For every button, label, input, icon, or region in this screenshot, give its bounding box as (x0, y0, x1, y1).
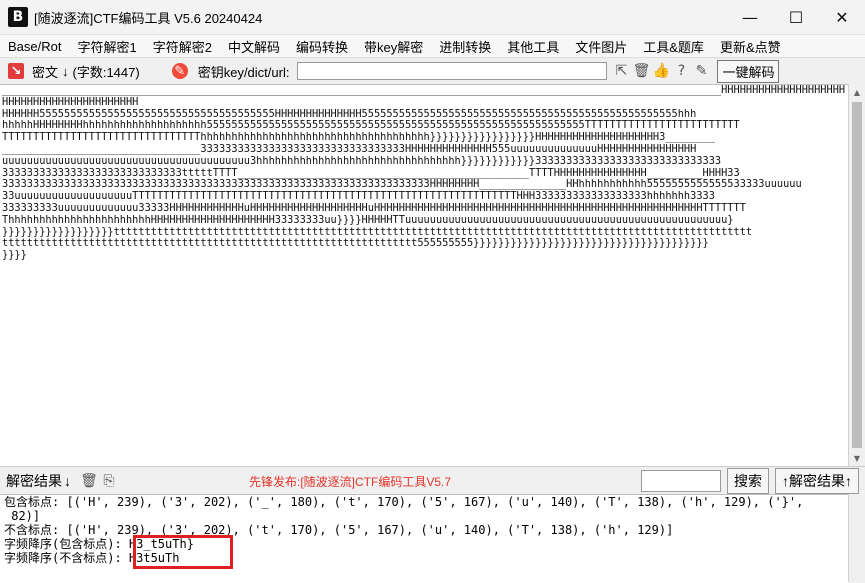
copy-icon[interactable]: ⎘ (99, 471, 119, 491)
trash-icon[interactable]: 🗑 (79, 471, 99, 491)
release-notice[interactable]: 先锋发布:[随波逐流]CTF编码工具V5.7 (249, 473, 451, 490)
output-line: 不含标点: [('H', 239), ('3', 202), ('t', 170… (4, 523, 674, 537)
select-cursor-icon[interactable]: ⇱ (611, 61, 631, 81)
menu-encoding-convert[interactable]: 编码转换 (288, 37, 356, 56)
char-count: (字数:1447) (72, 64, 140, 80)
menu-base-rot[interactable]: Base/Rot (0, 39, 69, 54)
minimize-button[interactable]: — (727, 0, 773, 34)
menu-update-like[interactable]: 更新&点赞 (712, 37, 789, 56)
scroll-up-icon[interactable]: ▲ (849, 84, 865, 100)
window-controls: — ☐ ✕ (727, 0, 865, 34)
menu-key-decrypt[interactable]: 带key解密 (356, 37, 431, 56)
result-bar: 解密结果 ↓ 🗑 ⎘ 先锋发布:[随波逐流]CTF编码工具V5.7 搜索 ↑解密… (0, 466, 865, 495)
trash-icon[interactable]: 🗑 (631, 61, 651, 81)
result-up-button[interactable]: ↑解密结果↑ (775, 468, 859, 494)
output-scrollbar[interactable] (848, 494, 865, 582)
title-bar: B [随波逐流]CTF编码工具 V5.6 20240424 — ☐ ✕ (0, 0, 865, 35)
menu-bar: Base/Rot 字符解密1 字符解密2 中文解码 编码转换 带key解密 进制… (0, 35, 865, 58)
key-label: 密钥key/dict/url: (197, 64, 290, 80)
menu-char-decrypt-1[interactable]: 字符解密1 (69, 37, 144, 56)
key-input[interactable] (297, 62, 608, 80)
result-output[interactable]: 包含标点: [('H', 239), ('3', 202), ('_', 180… (0, 494, 849, 583)
ciphertext-scrollbar[interactable]: ▲ ▼ (848, 84, 865, 466)
menu-char-decrypt-2[interactable]: 字符解密2 (145, 37, 220, 56)
maximize-button[interactable]: ☐ (773, 0, 819, 34)
ciphertext-arrow: ↓ (62, 63, 69, 79)
output-line: 字频降序(不含标点): H3t5uTh (4, 551, 180, 565)
result-arrow: ↓ (64, 473, 71, 489)
output-line: 字频降序(包含标点): H3_t5uTh} (4, 537, 194, 551)
thumbs-up-icon[interactable]: 👍 (651, 61, 671, 81)
eraser-icon[interactable]: ✎ (171, 63, 188, 79)
ciphertext-label: 密文 (32, 64, 59, 80)
menu-tools-questions[interactable]: 工具&题库 (635, 37, 712, 56)
ciphertext-content[interactable]: ________________________________________… (0, 85, 849, 262)
output-line: 包含标点: [('H', 239), ('3', 202), ('_', 180… (4, 495, 804, 509)
toolbar: ↘ 密文 ↓ (字数:1447) ✎ 密钥key/dict/url: ⇱ 🗑 👍… (0, 58, 865, 85)
menu-chinese-decode[interactable]: 中文解码 (220, 37, 288, 56)
one-click-decode-button[interactable]: 一键解码 (717, 59, 780, 83)
load-icon[interactable]: ↘ (8, 63, 24, 79)
app-icon: B (8, 7, 28, 27)
highlight-box (133, 535, 233, 569)
scroll-down-icon[interactable]: ▼ (849, 450, 865, 466)
edit-icon[interactable]: ✎ (691, 61, 711, 81)
menu-file-image[interactable]: 文件图片 (567, 37, 635, 56)
help-icon[interactable]: ? (671, 61, 691, 81)
window-title: [随波逐流]CTF编码工具 V5.6 20240424 (34, 10, 263, 26)
result-label: 解密结果 (6, 473, 62, 489)
menu-other-tools[interactable]: 其他工具 (499, 37, 567, 56)
scroll-thumb[interactable] (852, 102, 862, 448)
search-button[interactable]: 搜索 (727, 468, 769, 494)
ciphertext-area[interactable]: ________________________________________… (0, 84, 849, 467)
search-input[interactable] (641, 470, 721, 492)
close-button[interactable]: ✕ (819, 0, 865, 34)
output-line: 82)] (4, 509, 41, 523)
menu-base-convert[interactable]: 进制转换 (431, 37, 499, 56)
